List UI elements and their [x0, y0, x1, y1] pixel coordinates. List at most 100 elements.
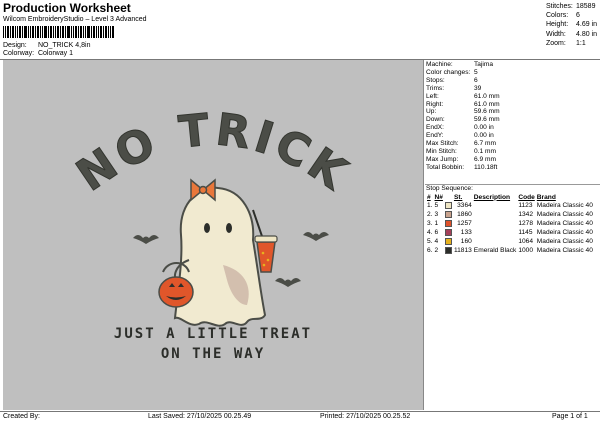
stop-description: Emerald Black — [473, 247, 517, 254]
footer-printed: Printed: 27/10/2025 00.25.52 — [320, 413, 411, 420]
color-swatch — [444, 210, 452, 218]
tagline-line-1: JUST A LITTLE TREAT — [114, 326, 312, 342]
color-swatch — [444, 201, 452, 209]
stop-stitches: 160 — [460, 238, 472, 245]
info-row: Max Jump: 6.9 mm — [426, 155, 496, 163]
stop-stitches: 11813 — [453, 247, 472, 254]
design-value: NO_TRICK 4,8in — [37, 42, 91, 49]
table-header-row: # N# St. Description Code Brand — [426, 193, 594, 201]
stop-needle: 4 — [434, 238, 439, 245]
stop-stitches: 133 — [460, 229, 472, 236]
stop-needle: 1 — [434, 220, 439, 227]
info-row: Up: 59.6 mm — [426, 108, 500, 116]
info-row: Machine: Tajima — [426, 61, 494, 68]
stop-description — [473, 219, 518, 228]
stop-description — [473, 228, 518, 237]
stop-code: 1123 — [518, 202, 533, 209]
stop-needle: 3 — [434, 211, 439, 218]
col-header-description: Description — [473, 193, 511, 201]
stop-brand: Madeira Classic 40 — [536, 202, 593, 209]
stop-code: 1278 — [518, 220, 533, 227]
design-label: Design: — [3, 42, 27, 49]
info-row: Trims: 39 — [426, 84, 482, 92]
footer-last-saved: Last Saved: 27/10/2025 00.25.49 — [148, 413, 252, 420]
stat-row: Zoom: 1:1 — [546, 39, 586, 47]
design-preview: NO TRICK JUST A LITTLE TREAT ON THE WAY — [3, 60, 424, 410]
stop-code: 1342 — [518, 211, 533, 218]
stop-index: 2. — [427, 211, 433, 218]
table-row: 5. 4 160 1064 Madeira Classic 40 — [426, 237, 594, 246]
info-row: Down: 59.6 mm — [426, 116, 500, 124]
bat-icon-right-low — [275, 278, 301, 287]
colorway-row: Colorway: Colorway 1 — [3, 50, 73, 57]
color-swatch — [444, 228, 452, 236]
tagline-line-2: ON THE WAY — [161, 346, 265, 362]
stat-row: Stitches: 18589 — [546, 3, 596, 10]
bat-icon-right-top — [303, 232, 329, 241]
footer-page: Page 1 of 1 — [552, 413, 588, 420]
col-header-code: Code — [518, 193, 535, 201]
stop-swatch — [444, 228, 453, 237]
stop-brand: Madeira Classic 40 — [536, 211, 593, 218]
machine-info: Machine: Tajima Color changes: 5 Stops: 6 Trim… — [426, 61, 598, 172]
design-stats: Stitches: 18589 Colors: 6 Height: 4.69 in W… — [546, 2, 597, 48]
stop-stitches: 1860 — [457, 211, 472, 218]
bat-icon-left — [133, 235, 159, 244]
footer-created-by: Created By: — [3, 413, 40, 420]
table-row: 2. 3 1860 1342 Madeira Classic 40 — [426, 210, 594, 219]
stop-needle: 5 — [434, 202, 439, 209]
ghost-figure — [173, 178, 267, 327]
stop-stitches: 1257 — [457, 220, 472, 227]
info-row: Total Bobbin: 110.18ft — [426, 163, 498, 171]
stop-description — [473, 201, 518, 210]
stop-swatch — [444, 210, 453, 219]
stop-index: 5. — [427, 238, 433, 245]
info-row: Max Stitch: 6.7 mm — [426, 140, 496, 148]
table-row: 1. 5 3364 1123 Madeira Classic 40 — [426, 201, 594, 210]
info-row: EndY: 0.00 in — [426, 132, 494, 140]
stop-needle: 6 — [434, 229, 439, 236]
stop-index: 6. — [427, 247, 433, 254]
col-header-swatch — [444, 193, 453, 201]
info-row: Right: 61.0 mm — [426, 100, 500, 108]
table-row: 4. 6 133 1145 Madeira Classic 40 — [426, 228, 594, 237]
stop-sequence-title: Stop Sequence: — [426, 185, 473, 192]
stat-row: Height: 4.69 in — [546, 21, 598, 29]
colorway-value: Colorway 1 — [37, 50, 73, 57]
color-swatch — [444, 246, 452, 254]
stop-code: 1000 — [518, 247, 533, 254]
stop-brand: Madeira Classic 40 — [536, 220, 593, 227]
info-row: Stops: 6 — [426, 76, 478, 84]
stat-row: Colors: 6 — [546, 12, 580, 20]
stop-brand: Madeira Classic 40 — [536, 238, 593, 245]
table-row: 6. 2 11813 Emerald Black 1000 Madeira Classic… — [426, 246, 594, 255]
col-header-index: # — [427, 193, 431, 201]
stop-brand: Madeira Classic 40 — [536, 229, 593, 236]
stop-index: 4. — [427, 229, 433, 236]
stop-swatch — [444, 237, 453, 246]
stop-index: 1. — [427, 202, 433, 209]
stop-description — [473, 210, 518, 219]
stop-stitches: 3364 — [457, 202, 472, 209]
col-header-needle: N# — [434, 193, 443, 201]
color-swatch — [444, 237, 452, 245]
info-row: Min Stitch: 0.1 mm — [426, 147, 496, 155]
stop-description — [473, 237, 518, 246]
stop-swatch — [444, 246, 453, 255]
stop-index: 3. — [427, 220, 433, 227]
design-row: Design: NO_TRICK 4,8in — [3, 42, 90, 49]
stop-code: 1145 — [518, 229, 533, 236]
stat-row: Width: 4.80 in — [546, 30, 598, 38]
info-row: Left: 61.0 mm — [426, 92, 500, 100]
stop-swatch — [444, 219, 453, 228]
software-subtitle: Wilcom EmbroideryStudio – Level 3 Advanc… — [3, 16, 147, 23]
stop-swatch — [444, 201, 453, 210]
col-header-brand: Brand — [536, 193, 556, 201]
stop-sequence-table: # N# St. Description Code Brand 1. 5 3364 1… — [426, 193, 594, 255]
worksheet-title: Production Worksheet — [3, 1, 131, 15]
info-row: EndX: 0.00 in — [426, 124, 494, 132]
info-row: Color changes: 5 — [426, 68, 478, 76]
col-header-stitches: St. — [453, 193, 463, 201]
color-swatch — [444, 219, 452, 227]
footer-divider — [0, 411, 600, 412]
